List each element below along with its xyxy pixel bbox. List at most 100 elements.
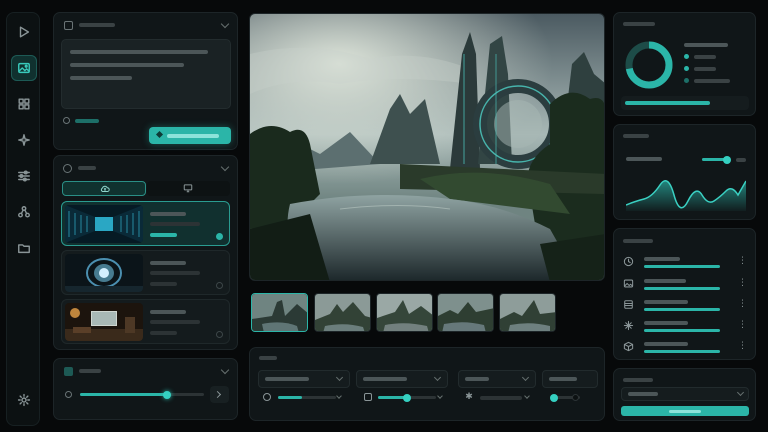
radio-selected[interactable]: [216, 233, 223, 240]
strength-panel: [53, 358, 238, 420]
kebab-icon[interactable]: ⋮: [738, 256, 747, 266]
thumbnail[interactable]: [499, 293, 556, 332]
chevron-down-icon[interactable]: [220, 19, 230, 29]
batch-slider-thumb[interactable]: [550, 393, 558, 402]
selected-tag: [150, 233, 177, 237]
rail-sliders-button[interactable]: [11, 163, 37, 189]
history-panel-title: [623, 239, 653, 243]
tab-cloud[interactable]: [62, 181, 146, 196]
monitor-icon: [183, 184, 193, 193]
thumbnail[interactable]: [437, 293, 494, 332]
strength-slider-track[interactable]: [80, 390, 204, 399]
rail-folder-button[interactable]: [11, 235, 37, 261]
chevron-down-icon: [433, 373, 442, 382]
settings-panel-title: [259, 356, 277, 360]
nodes-icon: [18, 206, 30, 218]
cloud-upload-icon: [100, 185, 110, 192]
chevron-down-icon: [521, 373, 530, 382]
thumbnail[interactable]: [376, 293, 433, 332]
model-card[interactable]: [61, 201, 230, 246]
sparkles-icon: [18, 134, 30, 146]
radio-button[interactable]: [216, 331, 223, 338]
chevron-right-icon: [213, 390, 222, 398]
square-icon: [64, 367, 73, 376]
history-item[interactable]: ⋮: [620, 276, 750, 292]
play-icon: [19, 26, 30, 38]
rail-grid-button[interactable]: [11, 91, 37, 117]
model-panel-title: [78, 166, 96, 170]
chevron-down-icon[interactable]: [220, 162, 230, 172]
chart-panel-title: [623, 134, 649, 138]
kebab-icon[interactable]: ⋮: [738, 320, 747, 330]
chart-range-thumb[interactable]: [723, 155, 731, 164]
export-panel-title: [623, 378, 653, 382]
chevron-down-icon[interactable]: [220, 365, 230, 375]
model-thumbnail: [65, 205, 143, 243]
model-thumbnail: [65, 254, 143, 292]
rail-image-button[interactable]: [11, 55, 37, 81]
radio-button[interactable]: [216, 282, 223, 289]
x-box-icon: [64, 21, 73, 30]
generation-settings-panel: ✱: [249, 347, 605, 421]
chevron-down-icon: [336, 393, 342, 399]
model-icon: [63, 164, 72, 173]
strength-panel-title: [79, 369, 101, 373]
chevron-down-icon: [335, 373, 344, 382]
model-thumbnail: [65, 303, 143, 341]
export-button[interactable]: [621, 406, 749, 416]
stats-panel: [613, 12, 756, 116]
main-image-viewer[interactable]: [249, 13, 605, 281]
chart-subtitle: [626, 157, 662, 161]
sliders-icon: [18, 170, 30, 182]
toggle-dot[interactable]: [572, 394, 579, 401]
format-select[interactable]: [621, 387, 749, 401]
cfg-slider[interactable]: [378, 393, 436, 402]
chevron-down-icon: [524, 393, 530, 399]
left-rail: [6, 12, 40, 426]
sparkles-icon: [623, 320, 634, 331]
thumbnail[interactable]: [314, 293, 371, 332]
usage-progress: [621, 96, 749, 110]
grid-icon: [18, 98, 30, 110]
strength-slider-thumb[interactable]: [163, 390, 171, 399]
gear-icon: [17, 393, 31, 407]
model-card[interactable]: [61, 250, 230, 295]
tab-local[interactable]: [147, 181, 230, 196]
sampler-select[interactable]: [258, 370, 350, 388]
kebab-icon[interactable]: ⋮: [738, 299, 747, 309]
prompt-textarea[interactable]: [61, 39, 231, 109]
thumbnail[interactable]: [251, 293, 308, 332]
cfg-slider-thumb[interactable]: [403, 393, 411, 402]
export-panel: [613, 368, 756, 421]
cfg-icon: [364, 393, 372, 401]
history-item[interactable]: ⋮: [620, 339, 750, 355]
seed-select[interactable]: [458, 370, 536, 388]
model-card[interactable]: [61, 299, 230, 344]
chart-panel: [613, 124, 756, 220]
chevron-down-icon: [437, 393, 443, 399]
clock-icon: [263, 393, 271, 401]
chevron-down-icon: [736, 388, 745, 397]
rail-settings-button[interactable]: [11, 387, 37, 413]
chart-range-slider[interactable]: [702, 155, 731, 164]
batch-field[interactable]: [542, 370, 598, 388]
rail-sparkles-button[interactable]: [11, 127, 37, 153]
prompt-panel: [53, 12, 238, 150]
steps-slider[interactable]: [278, 396, 336, 399]
prompt-panel-title: [79, 23, 115, 27]
kebab-icon[interactable]: ⋮: [738, 341, 747, 351]
history-item[interactable]: ⋮: [620, 254, 750, 270]
generate-button[interactable]: [149, 127, 231, 144]
cube-icon: [623, 341, 634, 352]
kebab-icon[interactable]: ⋮: [738, 278, 747, 288]
image-icon: [18, 62, 30, 74]
rail-play-button[interactable]: [11, 19, 37, 45]
rail-nodes-button[interactable]: [11, 199, 37, 225]
scheduler-select[interactable]: [356, 370, 448, 388]
token-count: [75, 119, 99, 123]
history-item[interactable]: ⋮: [620, 297, 750, 313]
app-window: ✱ ⋮ ⋮ ⋮ ⋮ ⋮: [0, 0, 768, 432]
stats-panel-title: [623, 22, 655, 26]
next-button[interactable]: [210, 386, 229, 403]
history-item[interactable]: ⋮: [620, 318, 750, 334]
